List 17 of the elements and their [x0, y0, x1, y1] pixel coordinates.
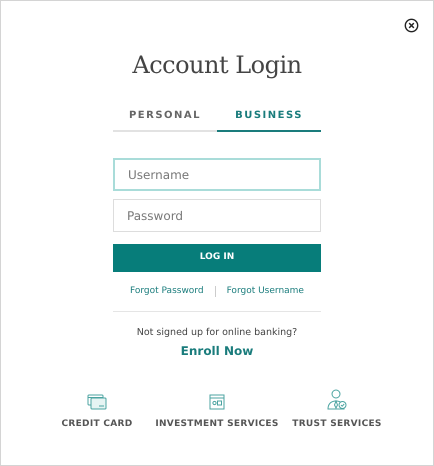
enroll-link[interactable]: Enroll Now	[180, 342, 254, 360]
credit-card-icon[interactable]	[87, 394, 107, 410]
login-tab[interactable]: PERSONAL	[113, 108, 217, 132]
enroll-prompt: Not signed up for online banking?	[136, 326, 298, 340]
browser-window-icon[interactable]	[209, 394, 225, 410]
service-link[interactable]: INVESTMENT SERVICES	[155, 418, 279, 432]
login-tab[interactable]: BUSINESS	[217, 108, 321, 132]
login-button[interactable]: LOG IN	[113, 244, 321, 272]
dialog-title: Account Login	[132, 50, 302, 81]
forgot-link[interactable]: Forgot Password	[130, 285, 204, 298]
service-link[interactable]: TRUST SERVICES	[292, 418, 382, 432]
forgot-link[interactable]: Forgot Username	[226, 285, 304, 298]
close-icon[interactable]	[404, 18, 419, 33]
username-field[interactable]: Username	[113, 158, 321, 191]
password-field[interactable]: Password	[113, 199, 321, 232]
service-link[interactable]: CREDIT CARD	[61, 418, 133, 432]
person-check-icon[interactable]	[326, 388, 348, 410]
